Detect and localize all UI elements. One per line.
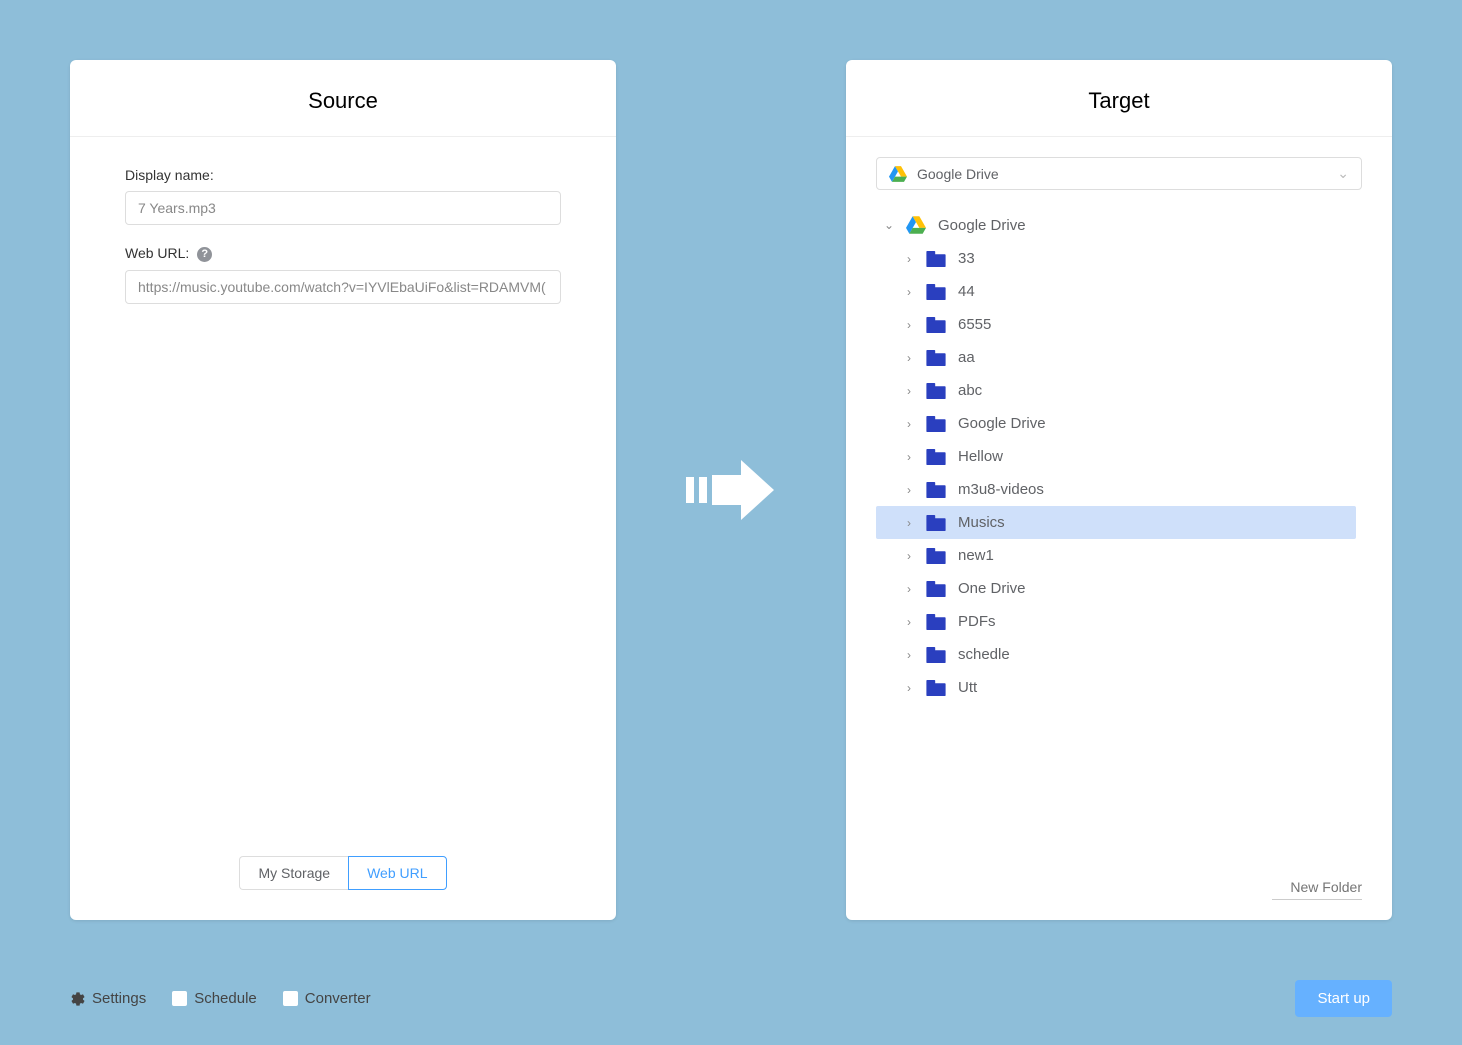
tab-my-storage[interactable]: My Storage <box>239 856 348 890</box>
chevron-right-icon: › <box>902 450 916 464</box>
tree-folder[interactable]: › Utt <box>876 671 1356 704</box>
chevron-down-icon: ⌄ <box>882 218 896 232</box>
tree-root-label: Google Drive <box>938 217 1026 234</box>
tree-folder[interactable]: › schedle <box>876 638 1356 671</box>
bottom-bar: Settings Schedule Converter Start up <box>70 980 1392 1017</box>
tree-folder-label: One Drive <box>958 580 1026 597</box>
tree-folder-label: 6555 <box>958 316 991 333</box>
folder-icon <box>926 350 946 366</box>
folder-icon <box>926 416 946 432</box>
display-name-label: Display name: <box>125 167 561 183</box>
display-name-input[interactable] <box>125 191 561 225</box>
transfer-arrow-icon <box>686 455 776 525</box>
tree-folder-label: Hellow <box>958 448 1003 465</box>
source-title: Source <box>70 60 616 137</box>
chevron-right-icon: › <box>902 318 916 332</box>
source-tabs: My Storage Web URL <box>125 856 561 900</box>
drive-select[interactable]: Google Drive ⌄ <box>876 157 1362 190</box>
chevron-right-icon: › <box>902 648 916 662</box>
settings-button[interactable]: Settings <box>70 990 146 1007</box>
new-folder-input[interactable] <box>1272 875 1362 900</box>
tree-folder-label: 44 <box>958 283 975 300</box>
tree-folder[interactable]: › One Drive <box>876 572 1356 605</box>
tree-folder[interactable]: › Google Drive <box>876 407 1356 440</box>
folder-icon <box>926 284 946 300</box>
tab-web-url[interactable]: Web URL <box>348 856 446 890</box>
chevron-right-icon: › <box>902 285 916 299</box>
tree-folder-label: 33 <box>958 250 975 267</box>
google-drive-icon <box>906 216 926 234</box>
gear-icon <box>70 991 86 1007</box>
chevron-right-icon: › <box>902 417 916 431</box>
converter-checkbox[interactable] <box>283 991 298 1006</box>
folder-icon <box>926 680 946 696</box>
folder-tree[interactable]: ⌄ Google Drive › 33 › 44 › 6555 › aa › abc › Google… <box>876 208 1362 861</box>
chevron-down-icon: ⌄ <box>1337 165 1349 182</box>
tree-folder-label: aa <box>958 349 975 366</box>
tree-folder[interactable]: › 44 <box>876 275 1356 308</box>
chevron-right-icon: › <box>902 483 916 497</box>
help-icon[interactable]: ? <box>197 247 212 262</box>
tree-folder[interactable]: › PDFs <box>876 605 1356 638</box>
folder-icon <box>926 581 946 597</box>
folder-icon <box>926 482 946 498</box>
chevron-right-icon: › <box>902 252 916 266</box>
start-up-button[interactable]: Start up <box>1295 980 1392 1017</box>
folder-icon <box>926 548 946 564</box>
tree-folder[interactable]: › 33 <box>876 242 1356 275</box>
chevron-right-icon: › <box>902 681 916 695</box>
folder-icon <box>926 251 946 267</box>
chevron-right-icon: › <box>902 549 916 563</box>
tree-folder-label: PDFs <box>958 613 996 630</box>
tree-folder-label: Utt <box>958 679 977 696</box>
tree-folder-label: abc <box>958 382 982 399</box>
tree-folder[interactable]: › abc <box>876 374 1356 407</box>
tree-root[interactable]: ⌄ Google Drive <box>876 208 1356 242</box>
tree-folder[interactable]: › m3u8-videos <box>876 473 1356 506</box>
target-panel: Target Google Drive ⌄ ⌄ Google Drive › 33… <box>846 60 1392 920</box>
converter-toggle[interactable]: Converter <box>283 990 371 1007</box>
tree-folder[interactable]: › Hellow <box>876 440 1356 473</box>
google-drive-icon <box>889 166 907 182</box>
chevron-right-icon: › <box>902 615 916 629</box>
schedule-checkbox[interactable] <box>172 991 187 1006</box>
folder-icon <box>926 317 946 333</box>
folder-icon <box>926 449 946 465</box>
tree-folder[interactable]: › Musics <box>876 506 1356 539</box>
folder-icon <box>926 614 946 630</box>
web-url-input[interactable] <box>125 270 561 304</box>
tree-folder-label: m3u8-videos <box>958 481 1044 498</box>
schedule-toggle[interactable]: Schedule <box>172 990 257 1007</box>
drive-select-label: Google Drive <box>917 166 999 182</box>
web-url-label: Web URL: ? <box>125 245 561 262</box>
chevron-right-icon: › <box>902 351 916 365</box>
folder-icon <box>926 647 946 663</box>
tree-folder[interactable]: › new1 <box>876 539 1356 572</box>
tree-folder-label: new1 <box>958 547 994 564</box>
tree-folder-label: Google Drive <box>958 415 1046 432</box>
source-panel: Source Display name: Web URL: ? My Stora… <box>70 60 616 920</box>
target-title: Target <box>846 60 1392 137</box>
chevron-right-icon: › <box>902 384 916 398</box>
tree-folder-label: schedle <box>958 646 1010 663</box>
tree-folder[interactable]: › 6555 <box>876 308 1356 341</box>
chevron-right-icon: › <box>902 516 916 530</box>
tree-folder[interactable]: › aa <box>876 341 1356 374</box>
chevron-right-icon: › <box>902 582 916 596</box>
tree-folder-label: Musics <box>958 514 1005 531</box>
folder-icon <box>926 515 946 531</box>
folder-icon <box>926 383 946 399</box>
